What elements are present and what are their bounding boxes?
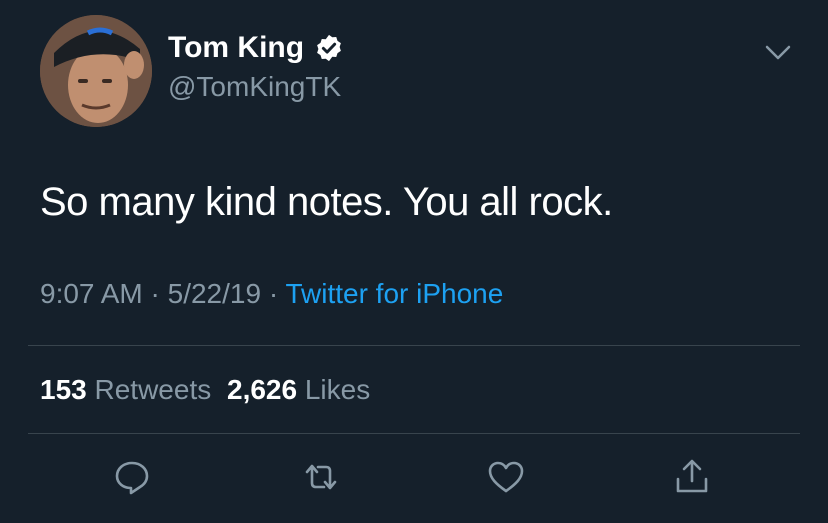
like-icon [488,461,524,493]
tweet-time: 9:07 AM [40,278,143,309]
meta-separator: · [268,278,279,309]
retweet-button[interactable] [299,455,343,499]
like-button[interactable] [484,455,528,499]
tweet-actions [0,455,828,503]
retweets-count: 153 [40,374,87,405]
share-button[interactable] [670,455,714,499]
share-icon [676,459,708,493]
tweet-stats: 153 Retweets 2,626 Likes [40,372,370,408]
verified-badge-icon [317,34,341,62]
meta-separator: · [150,278,160,309]
likes-stat[interactable]: 2,626 Likes [227,374,370,405]
chevron-down-icon[interactable] [763,40,793,64]
likes-label: Likes [304,374,371,405]
author-handle[interactable]: @TomKingTK [168,70,341,104]
avatar-photo-icon [40,15,152,127]
reply-button[interactable] [110,455,154,499]
retweet-icon [305,464,337,490]
retweets-stat[interactable]: 153 Retweets [40,374,219,405]
tweet-text: So many kind notes. You all rock. [40,180,613,224]
divider [28,345,800,346]
tweet-date: 5/22/19 [167,278,262,309]
tweet-source-link[interactable]: Twitter for iPhone [285,278,503,309]
reply-icon [115,461,149,495]
divider [28,433,800,434]
tweet-meta: 9:07 AM · 5/22/19 · Twitter for iPhone [40,276,503,312]
author-name[interactable]: Tom King [168,30,304,66]
retweets-label: Retweets [94,374,212,405]
author-row[interactable]: Tom King [168,30,344,66]
avatar[interactable] [40,15,152,127]
likes-count: 2,626 [227,374,298,405]
